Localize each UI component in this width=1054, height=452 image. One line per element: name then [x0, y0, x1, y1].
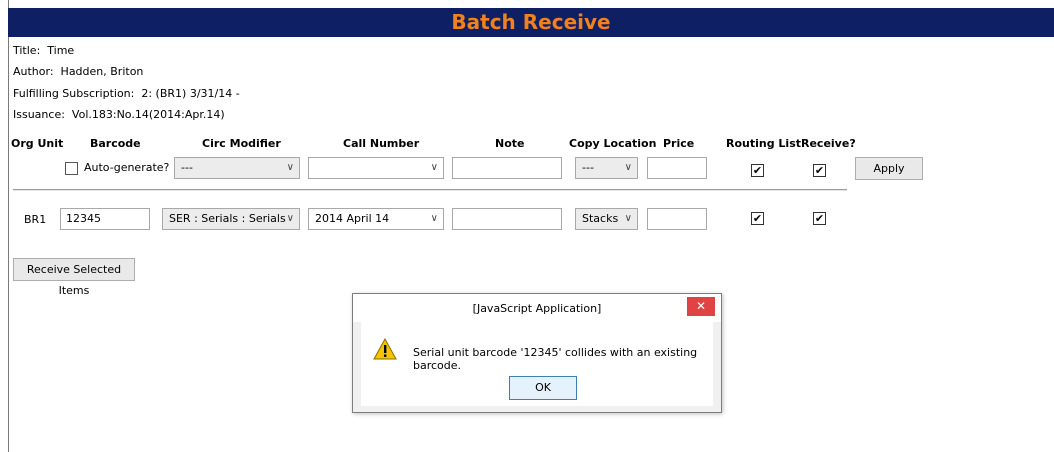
circ-modifier-default-select[interactable]: --- ∨ [174, 157, 300, 179]
page-title: Batch Receive [451, 10, 611, 34]
issuance-label: Issuance: [13, 108, 65, 121]
subscription-value: 2: (BR1) 3/31/14 - [141, 87, 240, 100]
header-receive: Receive? [801, 137, 856, 150]
dialog-title: [JavaScript Application] [472, 302, 602, 315]
issuance-value: Vol.183:No.14(2014:Apr.14) [71, 108, 225, 121]
copy-location-default-select[interactable]: --- ∨ [575, 157, 638, 179]
ok-button[interactable]: OK [509, 376, 577, 400]
divider [13, 189, 847, 191]
author-value: Hadden, Briton [60, 65, 144, 78]
warning-icon [373, 338, 397, 360]
chevron-down-icon: ∨ [430, 213, 438, 224]
title-value: Time [47, 44, 75, 57]
header-routing-list: Routing List [726, 137, 802, 150]
alert-dialog: [JavaScript Application] ✕ Serial unit b… [352, 293, 722, 413]
price-field[interactable] [647, 208, 707, 230]
dialog-body: Serial unit barcode '12345' collides wit… [361, 322, 713, 406]
call-number-default-select[interactable]: ∨ [308, 157, 444, 179]
auto-generate-checkbox[interactable] [65, 162, 78, 175]
title-label: Title: [13, 44, 41, 57]
chevron-down-icon: ∨ [430, 162, 438, 173]
chevron-down-icon: ∨ [624, 162, 632, 173]
dialog-titlebar: [JavaScript Application] [353, 294, 721, 322]
circ-modifier-default-value: --- [181, 161, 193, 174]
header-org-unit: Org Unit [11, 137, 64, 150]
header-circ-modifier: Circ Modifier [202, 137, 281, 150]
copy-location-value: Stacks [582, 212, 619, 225]
receive-default-checkbox[interactable]: ✔ [813, 164, 826, 177]
header-call-number: Call Number [343, 137, 420, 150]
header-note: Note [495, 137, 525, 150]
subscription-label: Fulfilling Subscription: [13, 87, 135, 100]
author-label: Author: [13, 65, 54, 78]
call-number-value: 2014 April 14 [315, 212, 390, 225]
receive-selected-items-button[interactable]: Receive Selected Items [13, 258, 135, 297]
barcode-field[interactable]: 12345 [60, 208, 150, 230]
auto-generate-label: Auto-generate? [84, 161, 170, 174]
receive-checkbox[interactable]: ✔ [813, 212, 826, 225]
copy-location-select[interactable]: Stacks ∨ [575, 208, 638, 230]
chevron-down-icon: ∨ [286, 162, 294, 173]
chevron-down-icon: ∨ [286, 213, 294, 224]
header-copy-location: Copy Location [569, 137, 657, 150]
author-info: Author: Hadden, Briton [13, 65, 143, 78]
item-org-unit: BR1 [24, 213, 47, 226]
header-price: Price [663, 137, 695, 150]
call-number-select[interactable]: 2014 April 14 ∨ [308, 208, 444, 230]
routing-list-checkbox[interactable]: ✔ [751, 212, 764, 225]
copy-location-default-value: --- [582, 161, 594, 174]
circ-modifier-select[interactable]: SER : Serials : Serials ∨ [162, 208, 300, 230]
chevron-down-icon: ∨ [624, 213, 632, 224]
note-field[interactable] [452, 208, 562, 230]
dialog-message: Serial unit barcode '12345' collides wit… [413, 346, 698, 372]
subscription-info: Fulfilling Subscription: 2: (BR1) 3/31/1… [13, 87, 240, 100]
routing-list-default-checkbox[interactable]: ✔ [751, 164, 764, 177]
circ-modifier-value: SER : Serials : Serials [169, 212, 286, 225]
close-icon[interactable]: ✕ [687, 297, 715, 316]
page-title-bar: Batch Receive [8, 8, 1054, 37]
issuance-info: Issuance: Vol.183:No.14(2014:Apr.14) [13, 108, 225, 121]
price-default-field[interactable] [647, 157, 707, 179]
title-info: Title: Time [13, 44, 74, 57]
header-barcode: Barcode [90, 137, 141, 150]
note-default-field[interactable] [452, 157, 562, 179]
apply-button[interactable]: Apply [855, 157, 923, 180]
